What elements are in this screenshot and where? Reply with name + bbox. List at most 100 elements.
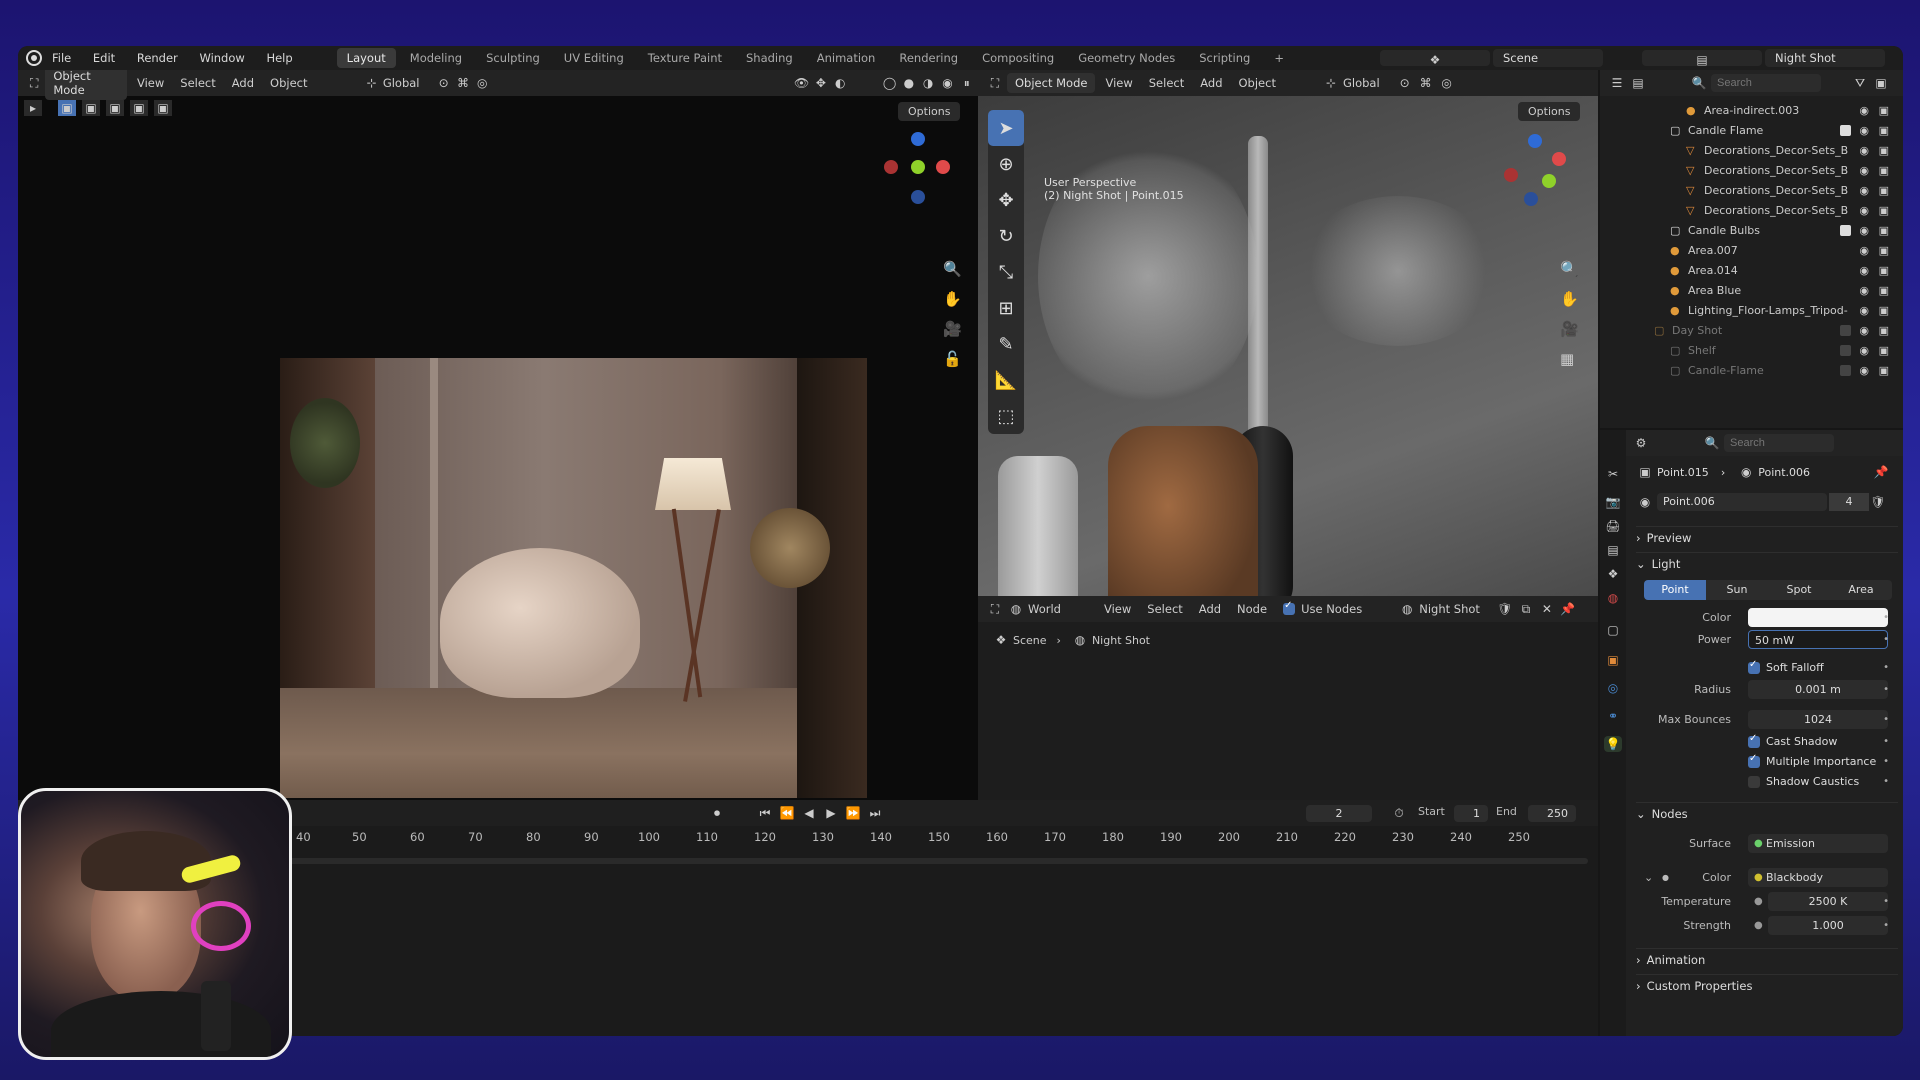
select-intersect-icon[interactable]: ▣: [154, 100, 172, 116]
camera-icon[interactable]: ▣: [1879, 204, 1889, 217]
end-frame-field[interactable]: 250: [1528, 805, 1576, 822]
play-reverse-icon[interactable]: ◀: [800, 805, 818, 821]
item-name[interactable]: Candle Bulbs: [1688, 224, 1760, 237]
include-checkbox[interactable]: [1840, 124, 1851, 136]
select-extend-icon[interactable]: ▣: [82, 100, 100, 116]
chevron-down-icon[interactable]: ⌄: [1644, 871, 1653, 884]
scale-tool-icon[interactable]: ⤡: [988, 254, 1024, 290]
clock-icon[interactable]: ⏱: [1390, 805, 1408, 821]
multiple-importance-checkbox[interactable]: [1748, 753, 1766, 768]
outliner-search-input[interactable]: [1711, 74, 1821, 92]
light-type-sun[interactable]: Sun: [1706, 580, 1768, 600]
gizmo-x-icon[interactable]: [1552, 152, 1566, 166]
overlay-icon[interactable]: ◐: [832, 75, 848, 91]
gizmo-toggle-icon[interactable]: ✥: [813, 75, 829, 91]
display-mode-icon[interactable]: ▤: [1629, 75, 1647, 91]
keyframe-dot-icon[interactable]: •: [1883, 776, 1889, 787]
transform-orientation-icon[interactable]: ⊹: [364, 75, 380, 91]
light-type-spot[interactable]: Spot: [1768, 580, 1830, 600]
item-name[interactable]: Decorations_Decor-Sets_B: [1704, 144, 1848, 157]
menu-add[interactable]: Add: [1200, 76, 1222, 90]
keyframe-dot-icon[interactable]: •: [1883, 736, 1889, 747]
jump-end-icon[interactable]: ⏭: [866, 805, 884, 821]
soft-falloff-checkbox[interactable]: [1748, 659, 1766, 674]
eye-icon[interactable]: ◉: [1859, 244, 1869, 257]
list-item[interactable]: ▢ Candle-Flame ◉ ▣: [1600, 360, 1903, 380]
editor-type-icon[interactable]: ⛶: [986, 75, 1004, 91]
item-name[interactable]: Area Blue: [1688, 284, 1741, 297]
list-item[interactable]: ▢ Shelf ◉ ▣: [1600, 340, 1903, 360]
grid-view-icon[interactable]: ▦: [1560, 350, 1574, 368]
item-name[interactable]: Candle Flame: [1688, 124, 1763, 137]
rotate-tool-icon[interactable]: ↻: [988, 218, 1024, 254]
gizmo-z-icon[interactable]: [1528, 134, 1542, 148]
properties-search-input[interactable]: [1724, 434, 1834, 452]
scene-tab-icon[interactable]: ❖: [1604, 566, 1622, 582]
camera-view-icon[interactable]: 🎥: [943, 320, 962, 338]
keyframe-dot-icon[interactable]: •: [1883, 634, 1889, 645]
eye-icon[interactable]: ◉: [1859, 184, 1869, 197]
shadow-caustics-checkbox[interactable]: [1748, 775, 1766, 788]
camera-icon[interactable]: ▣: [1879, 144, 1889, 157]
new-collection-icon[interactable]: ▣: [1872, 75, 1890, 91]
keyframe-dot-icon[interactable]: •: [1883, 612, 1889, 623]
next-keyframe-icon[interactable]: ⏩: [844, 805, 862, 821]
gizmo-neg-x-icon[interactable]: [1504, 168, 1518, 182]
play-icon[interactable]: ▶: [822, 805, 840, 821]
item-name[interactable]: Decorations_Decor-Sets_B: [1704, 164, 1848, 177]
camera-icon[interactable]: ▣: [1879, 124, 1889, 137]
breadcrumb-scene[interactable]: Scene: [1013, 634, 1047, 647]
measure-tool-icon[interactable]: 📐: [988, 362, 1024, 398]
camera-icon[interactable]: ▣: [1879, 264, 1889, 277]
users-count[interactable]: 4: [1829, 493, 1869, 511]
tab-compositing[interactable]: Compositing: [972, 48, 1064, 68]
nodes-panel-header[interactable]: ⌄ Nodes: [1636, 802, 1898, 824]
shader-node-editor[interactable]: ⛶ ◍ World View Select Add Node Use Nodes…: [978, 596, 1598, 800]
item-name[interactable]: Decorations_Decor-Sets_B: [1704, 184, 1848, 197]
pin-icon[interactable]: 📌: [1559, 601, 1577, 617]
shading-wire-icon[interactable]: ◯: [881, 75, 897, 91]
keyframe-dot-icon[interactable]: •: [1883, 684, 1889, 695]
tab-uv-editing[interactable]: UV Editing: [554, 48, 634, 68]
tab-texture-paint[interactable]: Texture Paint: [638, 48, 732, 68]
include-checkbox[interactable]: [1840, 364, 1851, 376]
list-item[interactable]: ● Area Blue ◉ ▣: [1600, 280, 1903, 300]
duplicate-icon[interactable]: ⧉: [1517, 601, 1535, 617]
options-button[interactable]: Options: [898, 102, 961, 121]
camera-icon[interactable]: ▣: [1879, 364, 1889, 377]
include-checkbox[interactable]: [1840, 224, 1851, 236]
close-icon[interactable]: ✕: [1538, 601, 1556, 617]
menu-node[interactable]: Node: [1237, 602, 1267, 616]
color-node-dropdown[interactable]: Blackbody: [1748, 867, 1888, 887]
gizmo-x-icon[interactable]: [936, 160, 950, 174]
list-item[interactable]: ▢ Candle Bulbs ◉ ▣: [1600, 220, 1903, 240]
proportional-edit-icon[interactable]: ◎: [1438, 75, 1456, 91]
camera-icon[interactable]: ▣: [1879, 224, 1889, 237]
jump-start-icon[interactable]: ⏮: [756, 805, 774, 821]
gizmo-y-icon[interactable]: [1542, 174, 1556, 188]
custom-properties-panel-header[interactable]: › Custom Properties: [1636, 974, 1898, 996]
snap-icon[interactable]: ⌘: [1417, 75, 1435, 91]
menu-add[interactable]: Add: [232, 76, 254, 90]
annotate-tool-icon[interactable]: ✎: [988, 326, 1024, 362]
select-box-tool-icon[interactable]: ➤: [988, 110, 1024, 146]
camera-icon[interactable]: ▣: [1879, 284, 1889, 297]
fake-user-icon[interactable]: 🛡: [1496, 601, 1514, 617]
menu-add[interactable]: Add: [1199, 602, 1221, 616]
keyframe-dot-icon[interactable]: •: [1883, 756, 1889, 767]
cursor-tool-icon[interactable]: ⊕: [988, 146, 1024, 182]
list-item[interactable]: ▽ Decorations_Decor-Sets_B ◉ ▣: [1600, 180, 1903, 200]
pause-render-icon[interactable]: ⏸: [959, 75, 975, 91]
transform-orientation-icon[interactable]: ⊹: [1322, 75, 1340, 91]
menu-file[interactable]: File: [52, 51, 71, 65]
eye-icon[interactable]: ◉: [1859, 304, 1869, 317]
camera-icon[interactable]: ▣: [1879, 304, 1889, 317]
menu-help[interactable]: Help: [266, 51, 292, 65]
power-input[interactable]: 50 mW: [1748, 629, 1888, 649]
outliner[interactable]: ☰ ▤ 🔍 ⛛ ▣ ● Area-indirect.003 ◉▣ ▢ Candl…: [1600, 70, 1903, 428]
camera-icon[interactable]: ▣: [1879, 344, 1889, 357]
animation-panel-header[interactable]: › Animation: [1636, 948, 1898, 970]
keyframe-dot-icon[interactable]: •: [1883, 714, 1889, 725]
output-tab-icon[interactable]: 🖨: [1604, 518, 1622, 534]
shader-type-dropdown[interactable]: World: [1028, 602, 1088, 616]
